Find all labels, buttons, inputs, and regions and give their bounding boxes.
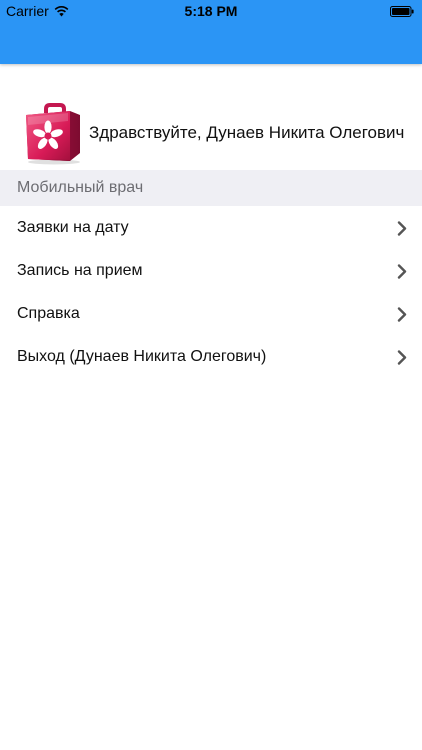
menu-item-label: Заявки на дату: [17, 219, 129, 236]
chevron-right-icon: [397, 307, 407, 322]
greeting-block: Здравствуйте, Дунаев Никита Олегович: [0, 95, 422, 170]
app-screen: Carrier 5:18 PM Здравствуйте, Дунаев Ник…: [0, 0, 422, 750]
greeting-text: Здравствуйте, Дунаев Никита Олегович: [89, 123, 405, 142]
section-header: Мобильный врач: [0, 170, 422, 206]
chevron-right-icon: [397, 264, 407, 279]
menu-list: Заявки на дату Запись на прием Справка В…: [0, 207, 422, 379]
medical-kit-icon: [26, 103, 80, 165]
status-bar: Carrier 5:18 PM: [0, 0, 422, 22]
chevron-right-icon: [397, 221, 407, 236]
battery-icon: [390, 6, 414, 17]
menu-item-label: Справка: [17, 305, 80, 322]
section-title: Мобильный врач: [17, 179, 144, 196]
menu-item-label: Запись на прием: [17, 262, 143, 279]
menu-item-label: Выход (Дунаев Никита Олегович): [17, 348, 267, 365]
status-time: 5:18 PM: [184, 3, 238, 19]
nav-bar: Carrier 5:18 PM: [0, 0, 422, 64]
menu-item-help[interactable]: Справка: [0, 293, 422, 336]
menu-item-appointment[interactable]: Запись на прием: [0, 250, 422, 293]
menu-item-logout[interactable]: Выход (Дунаев Никита Олегович): [0, 336, 422, 379]
chevron-right-icon: [397, 350, 407, 365]
menu-item-requests-by-date[interactable]: Заявки на дату: [0, 207, 422, 250]
